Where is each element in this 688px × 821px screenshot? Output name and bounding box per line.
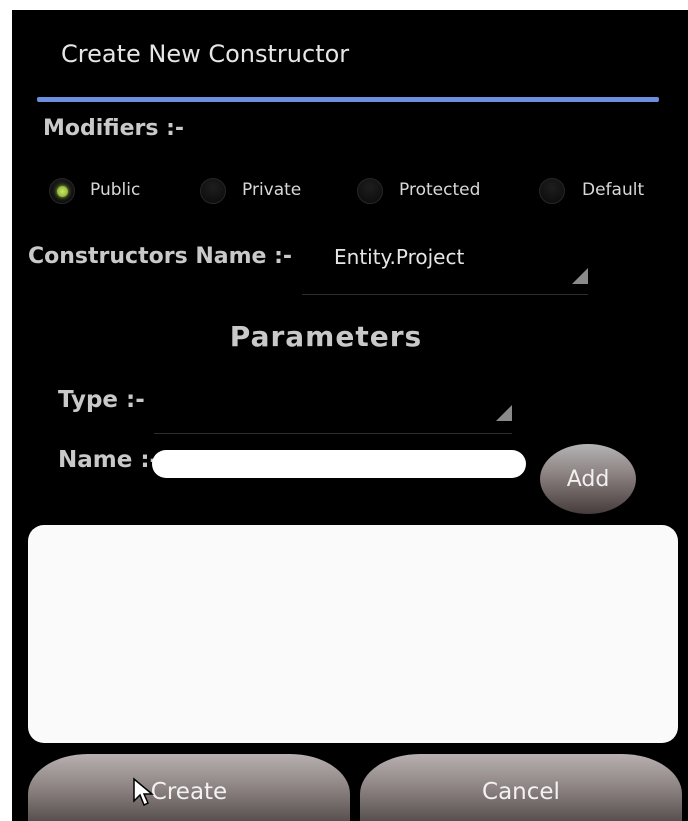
parameter-name-input[interactable] [152, 450, 526, 478]
radio-private[interactable] [200, 178, 226, 204]
radio-protected[interactable] [357, 178, 383, 204]
constructor-name-spinner[interactable]: Entity.Project [302, 240, 588, 295]
radio-private-label[interactable]: Private [242, 180, 301, 200]
parameter-list[interactable] [28, 525, 678, 743]
mouse-pointer-icon [133, 777, 154, 807]
constructor-name-value: Entity.Project [334, 245, 465, 269]
constructor-name-label: Constructors Name :- [28, 244, 293, 269]
title-divider [37, 97, 659, 102]
dialog-title: Create New Constructor [61, 40, 350, 68]
radio-default-label[interactable]: Default [582, 180, 644, 200]
cancel-button[interactable]: Cancel [360, 754, 682, 821]
radio-protected-label[interactable]: Protected [399, 180, 480, 200]
name-label: Name :- [58, 447, 160, 473]
type-label: Type :- [58, 387, 145, 413]
dropdown-arrow-icon [572, 268, 588, 284]
create-button[interactable]: Create [28, 754, 350, 821]
radio-default[interactable] [539, 178, 565, 204]
type-spinner[interactable] [154, 385, 512, 434]
modifiers-label: Modifiers :- [43, 116, 185, 141]
radio-public-label[interactable]: Public [90, 180, 140, 200]
parameters-heading: Parameters [229, 320, 423, 353]
dropdown-arrow-icon [496, 405, 512, 421]
radio-public[interactable] [49, 178, 75, 204]
add-button[interactable]: Add [540, 444, 636, 514]
create-constructor-dialog: Create New Constructor Modifiers :- Publ… [12, 10, 688, 821]
